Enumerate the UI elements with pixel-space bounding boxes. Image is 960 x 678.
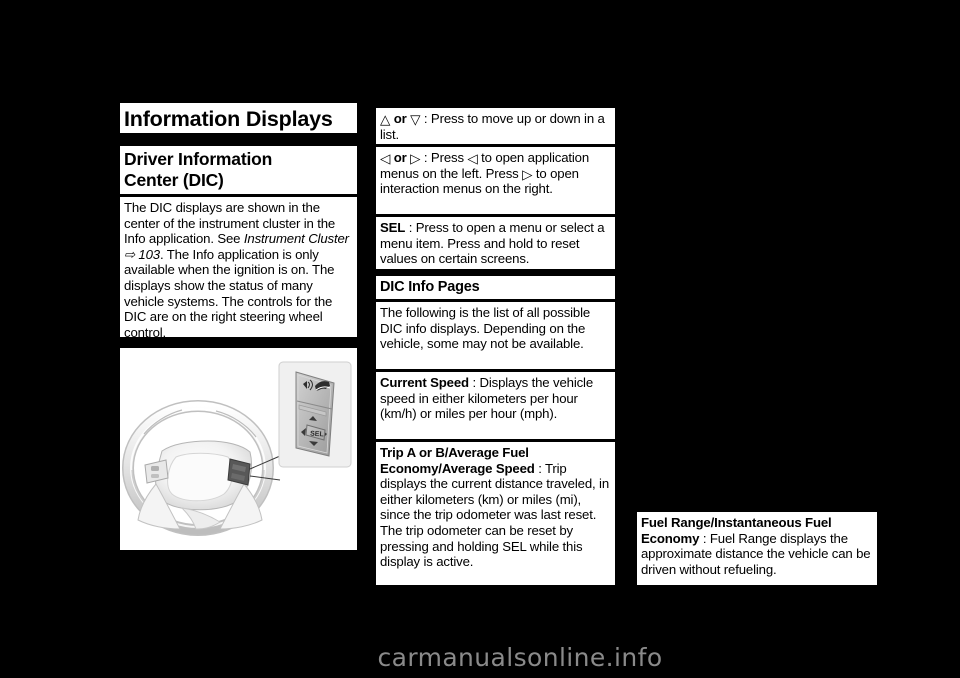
section-heading-line1: Driver Information xyxy=(124,149,273,169)
fuel-range-block: Fuel Range/Instantaneous Fuel Economy : … xyxy=(637,512,877,585)
page-title: Information Displays xyxy=(124,107,333,131)
trip-average-description: Trip displays the current distance trave… xyxy=(380,460,610,570)
left-right-button-block: ◁ or ▷ : Press ◁ to open application men… xyxy=(376,147,615,214)
left-triangle-icon-inline: ◁ xyxy=(467,151,478,166)
fuel-range-label-line2: Economy xyxy=(641,530,700,546)
down-triangle-icon: ▽ xyxy=(410,112,421,127)
dic-description-block: The DIC displays are shown in the center… xyxy=(120,197,357,340)
sel-button-label: SEL xyxy=(380,220,406,235)
up-triangle-icon: △ xyxy=(380,112,391,127)
right-triangle-icon: ▷ xyxy=(410,151,421,166)
trip-average-text: Trip A or B/Average Fuel Economy/Average… xyxy=(380,445,611,570)
dic-info-pages-heading-block: DIC Info Pages xyxy=(376,276,615,299)
trip-average-block: Trip A or B/Average Fuel Economy/Average… xyxy=(376,442,615,585)
dic-info-pages-intro: The following is the list of all possibl… xyxy=(380,305,591,352)
steering-wheel-illustration: SEL xyxy=(120,348,357,550)
sel-button-text: SEL : Press to open a menu or select a m… xyxy=(380,220,611,267)
page-title-block: Information Displays xyxy=(120,103,357,133)
site-watermark: carmanualsonline.info xyxy=(377,643,663,672)
steering-wheel-figure: SEL xyxy=(120,348,357,550)
left-triangle-icon: ◁ xyxy=(380,151,391,166)
trip-average-label-line2: Economy/Average Speed xyxy=(380,460,535,476)
steering-wheel-body xyxy=(122,400,274,536)
right-triangle-icon-inline: ▷ xyxy=(522,166,533,182)
current-speed-label: Current Speed xyxy=(380,375,469,390)
dic-controls-callout: SEL xyxy=(278,361,352,468)
svg-text:SEL: SEL xyxy=(310,431,325,439)
right-steering-wheel-controls xyxy=(227,458,251,486)
cross-reference-page: 103 xyxy=(138,246,160,262)
current-speed-block: Current Speed : Displays the vehicle spe… xyxy=(376,372,615,439)
left-right-text-part1: Press xyxy=(427,150,468,165)
cross-reference-title: Instrument Cluster xyxy=(243,231,349,247)
section-heading-block: Driver Information Center (DIC) xyxy=(120,146,357,194)
section-heading-line2: Center (DIC) xyxy=(124,170,224,190)
current-speed-text: Current Speed : Displays the vehicle spe… xyxy=(380,375,611,422)
fuel-range-text: Fuel Range/Instantaneous Fuel Economy : … xyxy=(641,515,873,577)
sel-description: Press to open a menu or select a menu it… xyxy=(380,220,605,267)
dic-info-pages-heading: DIC Info Pages xyxy=(380,279,480,295)
up-down-button-text: △ or ▽ : Press to move up or down in a l… xyxy=(380,111,611,142)
sel-button-block: SEL : Press to open a menu or select a m… xyxy=(376,217,615,269)
dic-description-paragraph: The DIC displays are shown in the center… xyxy=(124,200,353,340)
cross-reference-arrow-icon: ⇨ xyxy=(124,246,135,262)
up-down-conjunction: or xyxy=(393,111,407,126)
left-right-button-text: ◁ or ▷ : Press ◁ to open application men… xyxy=(380,150,611,197)
left-right-conjunction: or xyxy=(393,150,407,165)
fuel-range-label-line1: Fuel Range/Instantaneous Fuel xyxy=(641,515,832,530)
manual-page: Information Displays Driver Information … xyxy=(0,0,960,678)
trip-average-label-line1: Trip A or B/Average Fuel xyxy=(380,445,529,460)
dic-info-pages-intro-block: The following is the list of all possibl… xyxy=(376,302,615,369)
up-down-button-block: △ or ▽ : Press to move up or down in a l… xyxy=(376,108,615,144)
